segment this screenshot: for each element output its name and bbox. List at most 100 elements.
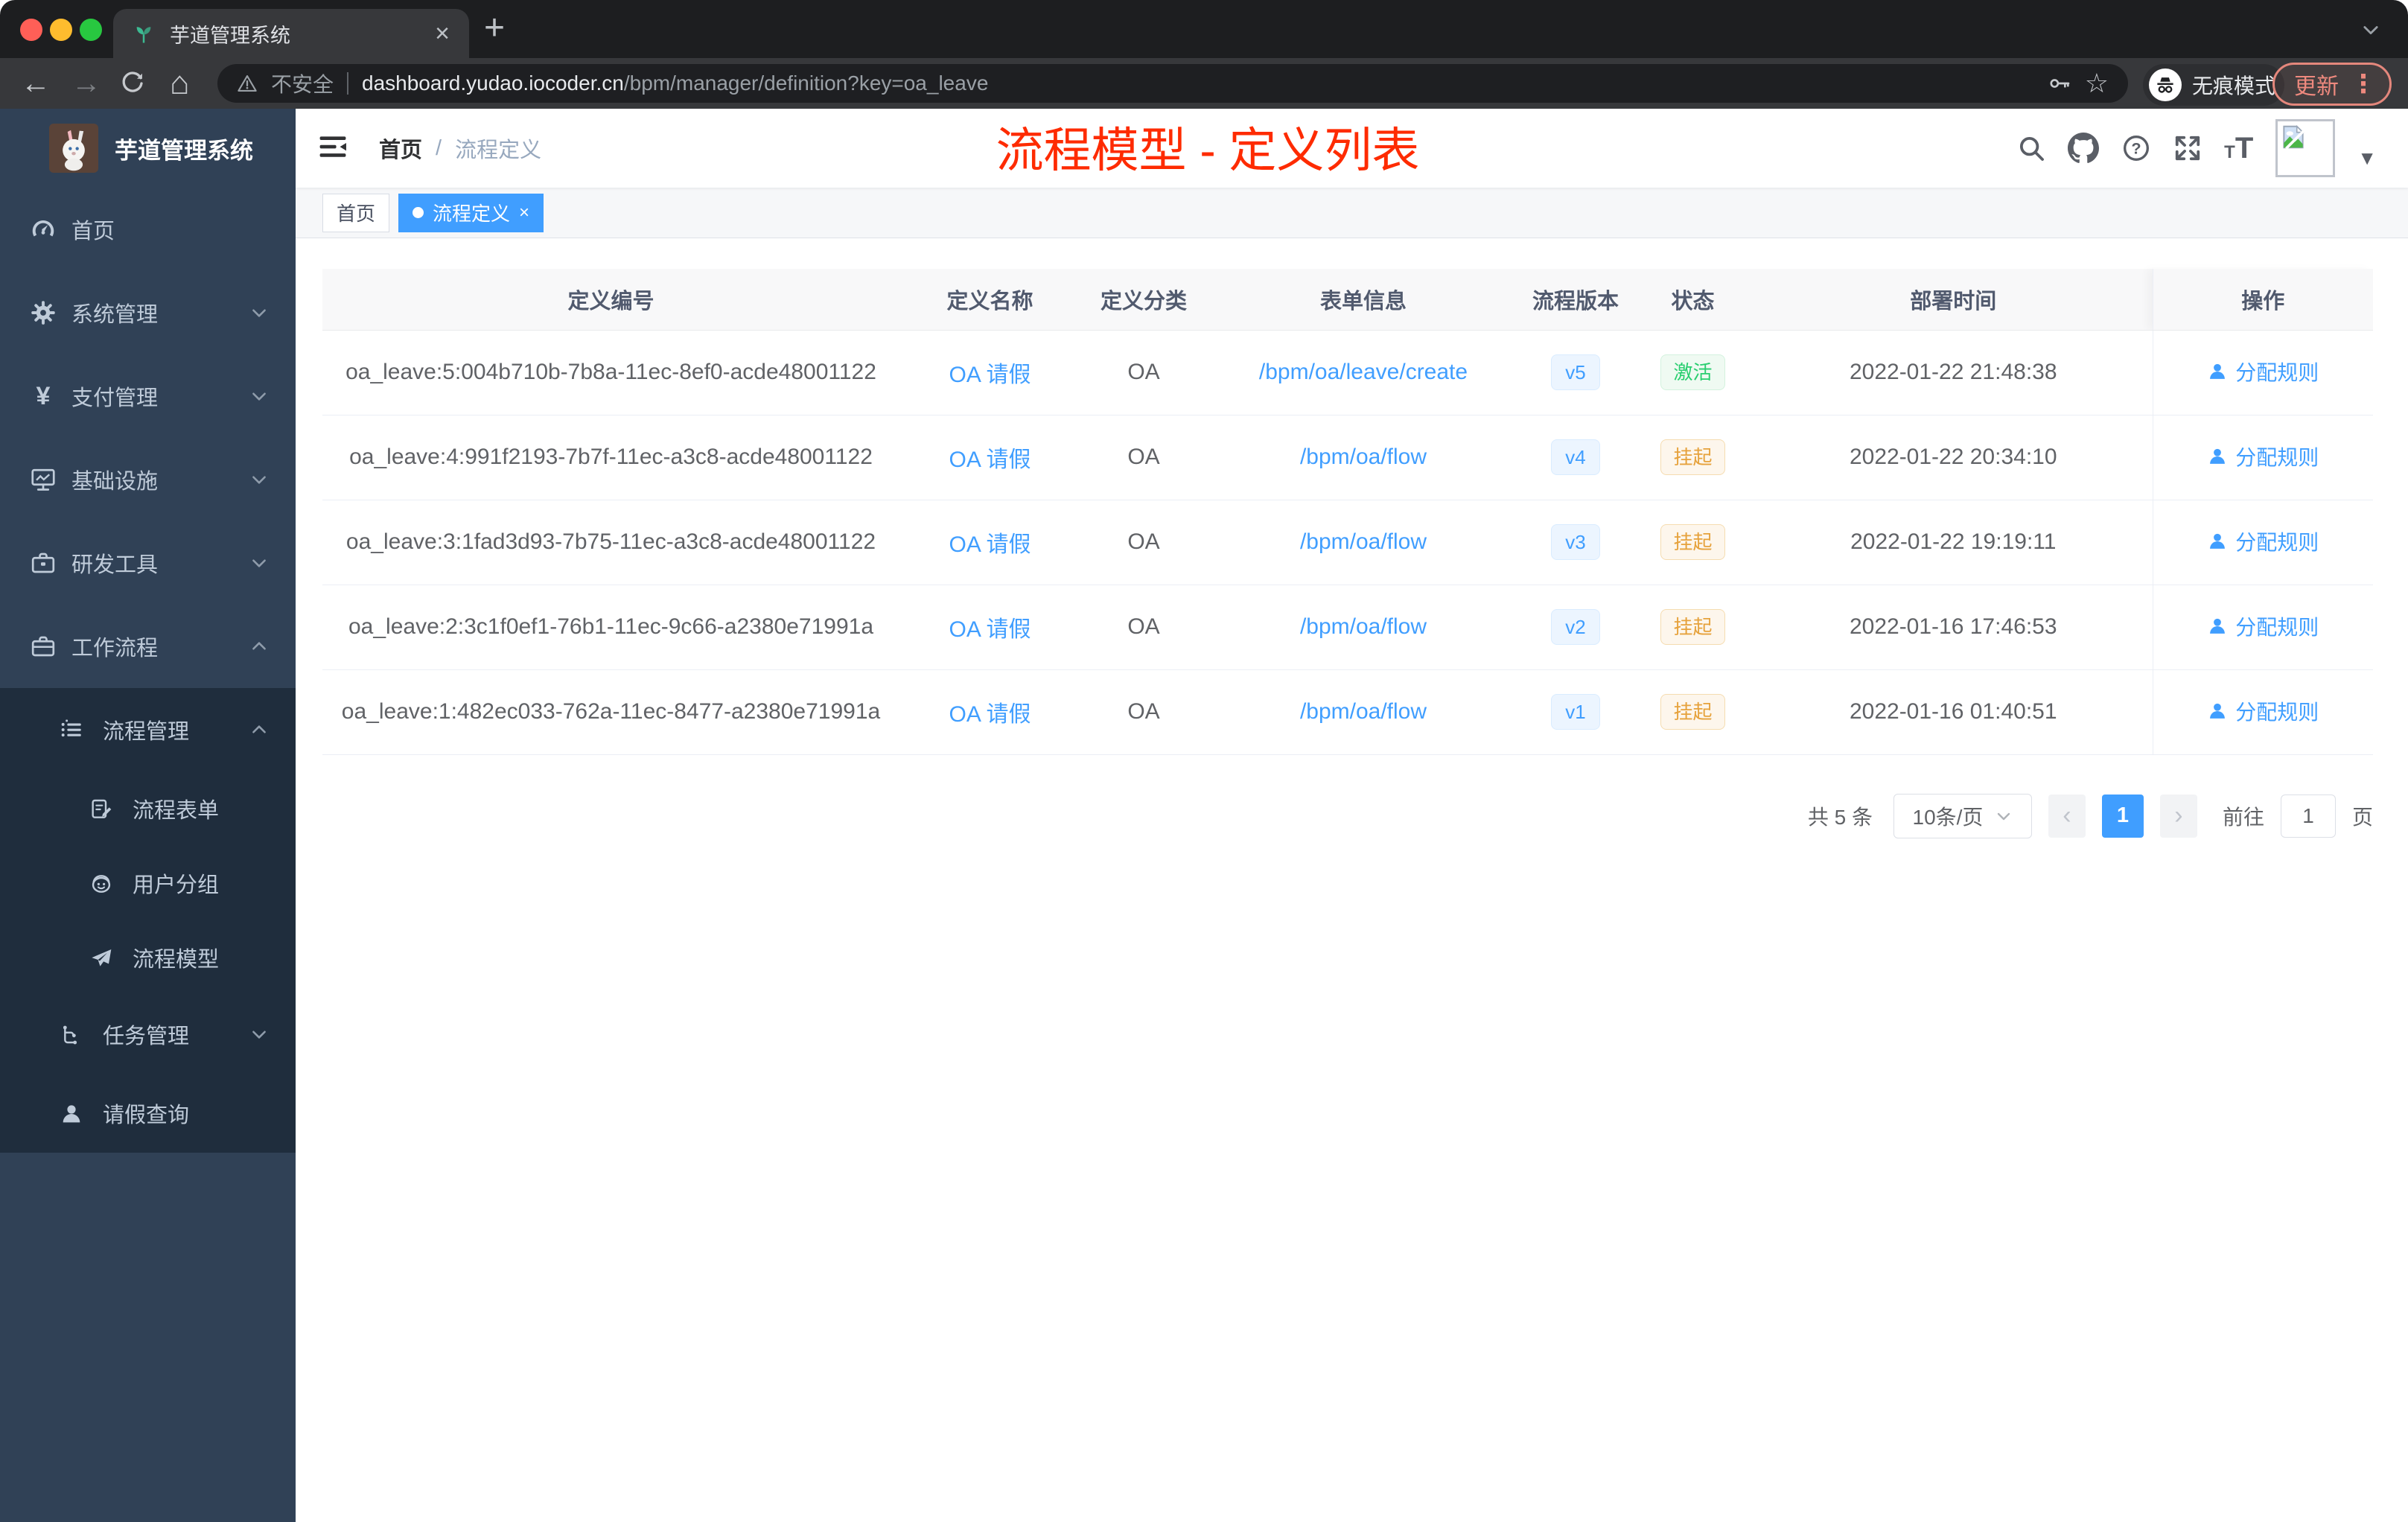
chevron-down-icon [249,470,269,489]
col-deploy-time: 部署时间 [1754,269,2153,331]
tag-home[interactable]: 首页 [322,193,390,232]
col-process-version: 流程版本 [1520,269,1631,331]
definition-name-link[interactable]: OA 请假 [949,448,1031,472]
status-badge: 挂起 [1660,524,1725,560]
reload-button[interactable] [119,58,146,109]
key-icon[interactable] [2048,71,2071,95]
update-label[interactable]: 更新 [2294,68,2339,101]
browser-toolbar: ← → ⌂ 不安全 dashboard.yudao.iocoder.cn/bpm… [0,58,2408,109]
version-badge: v2 [1551,609,1600,645]
sidebar-item-payment[interactable]: ¥ 支付管理 [0,354,296,438]
sidebar-item-system[interactable]: 系统管理 [0,271,296,354]
table-row: oa_leave:2:3c1f0ef1-76b1-11ec-9c66-a2380… [322,585,2373,670]
assign-rule-link[interactable]: 分配规则 [2207,357,2319,386]
breadcrumb-home[interactable]: 首页 [379,133,422,164]
chevron-down-icon [249,1025,269,1044]
toolbox-icon [28,550,58,576]
version-badge: v5 [1551,354,1600,390]
sidebar-item-task-management[interactable]: 任务管理 [0,995,296,1074]
paper-plane-icon [86,945,116,969]
table-header-row: 定义编号 定义名称 定义分类 表单信息 流程版本 状态 部署时间 操作 [322,269,2373,331]
sidebar-item-infrastructure[interactable]: 基础设施 [0,438,296,521]
sidebar-item-process-form[interactable]: 流程表单 [0,771,296,846]
avatar[interactable] [2275,119,2336,177]
page-number-button[interactable]: 1 [2101,794,2144,838]
form-link[interactable]: /bpm/oa/flow [1300,445,1427,469]
sidebar-logo[interactable]: 芋道管理系统 [0,109,296,188]
next-page-button[interactable]: › [2159,794,2197,838]
tag-process-definition[interactable]: 流程定义 × [398,193,544,232]
form-link[interactable]: /bpm/oa/leave/create [1259,360,1468,384]
form-link[interactable]: /bpm/oa/flow [1300,614,1427,639]
help-icon[interactable] [2121,133,2151,163]
github-icon[interactable] [2068,133,2099,164]
search-icon[interactable] [2017,134,2045,162]
sidebar-item-home[interactable]: 首页 [0,188,296,271]
new-tab-button[interactable]: + [484,10,505,46]
deploy-time: 2022-01-16 17:46:53 [1754,585,2153,670]
annotation-title: 流程模型 - 定义列表 [996,124,1420,177]
security-warning-icon [237,73,258,94]
sidebar-toggle-hamburger-icon[interactable] [316,130,349,163]
page-size-select[interactable]: 10条/页 [1893,793,2032,838]
col-status: 状态 [1631,269,1754,331]
logo-avatar [49,124,98,173]
tab-close-icon[interactable]: × [435,21,450,46]
browser-menu-icon[interactable]: ⋮ [2351,69,2376,99]
sidebar-item-process-model[interactable]: 流程模型 [0,920,296,995]
window-close-button[interactable] [20,19,42,41]
home-button[interactable]: ⌂ [170,58,190,109]
fullscreen-icon[interactable] [2173,134,2202,162]
sidebar-item-user-group[interactable]: 用户分组 [0,846,296,920]
font-size-icon[interactable]: TT [2224,133,2253,163]
definition-id: oa_leave:5:004b710b-7b8a-11ec-8ef0-acde4… [322,330,899,415]
assign-rule-link[interactable]: 分配规则 [2207,526,2319,556]
main-area: 首页 / 流程定义 流程模型 - 定义列表 TT ▼ 首页 流程定义 × 定义编… [296,109,2408,1522]
definition-name-link[interactable]: OA 请假 [949,363,1031,387]
definition-id: oa_leave:4:991f2193-7b7f-11ec-a3c8-acde4… [322,415,899,500]
version-badge: v1 [1551,694,1600,730]
person-icon [2207,701,2228,722]
sidebar-item-dev-tools[interactable]: 研发工具 [0,521,296,605]
dashboard-icon [28,216,58,243]
sidebar-item-leave-query[interactable]: 请假查询 [0,1074,296,1153]
address-bar[interactable]: 不安全 dashboard.yudao.iocoder.cn/bpm/manag… [217,64,2128,103]
pagination-total: 共 5 条 [1807,805,1873,829]
url-text: dashboard.yudao.iocoder.cn/bpm/manager/d… [362,71,988,95]
form-link[interactable]: /bpm/oa/flow [1300,529,1427,554]
tree-icon [57,1022,86,1046]
prev-page-button[interactable]: ‹ [2048,794,2086,838]
sidebar-item-process-management[interactable]: 流程管理 [0,688,296,771]
user-icon [57,1101,86,1125]
table-row: oa_leave:3:1fad3d93-7b75-11ec-a3c8-acde4… [322,500,2373,585]
chevron-down-icon [249,303,269,322]
security-label[interactable]: 不安全 [271,69,334,98]
sidebar-item-workflow[interactable]: 工作流程 [0,605,296,688]
deploy-time: 2022-01-22 21:48:38 [1754,330,2153,415]
status-badge: 挂起 [1660,609,1725,645]
avatar-dropdown-caret-icon[interactable]: ▼ [2357,147,2377,170]
definition-name-link[interactable]: OA 请假 [949,532,1031,557]
definition-id: oa_leave:3:1fad3d93-7b75-11ec-a3c8-acde4… [322,500,899,585]
chrome-update-button[interactable]: 更新 ⋮ [2272,63,2392,106]
window-minimize-button[interactable] [50,19,72,41]
gear-icon [28,299,58,326]
assign-rule-link[interactable]: 分配规则 [2207,442,2319,471]
tab-search-chevron-icon[interactable] [2360,19,2381,40]
assign-rule-link[interactable]: 分配规则 [2207,696,2319,726]
chevron-down-icon [249,553,269,573]
top-navbar: 首页 / 流程定义 流程模型 - 定义列表 TT ▼ [296,109,2408,188]
assign-rule-link[interactable]: 分配规则 [2207,611,2319,641]
definition-name-link[interactable]: OA 请假 [949,702,1031,727]
chevron-down-icon [249,386,269,406]
browser-tab[interactable]: 芋道管理系统 × [113,9,469,58]
window-zoom-button[interactable] [80,19,102,41]
pagination: 共 5 条 10条/页 ‹ 1 › 前往 页 [322,793,2373,838]
tag-close-icon[interactable]: × [519,203,529,223]
forward-button[interactable]: → [71,58,101,109]
bookmark-star-icon[interactable]: ☆ [2085,68,2109,99]
goto-page-input[interactable] [2280,794,2336,838]
form-link[interactable]: /bpm/oa/flow [1300,699,1427,724]
back-button[interactable]: ← [21,58,51,109]
definition-name-link[interactable]: OA 请假 [949,617,1031,642]
